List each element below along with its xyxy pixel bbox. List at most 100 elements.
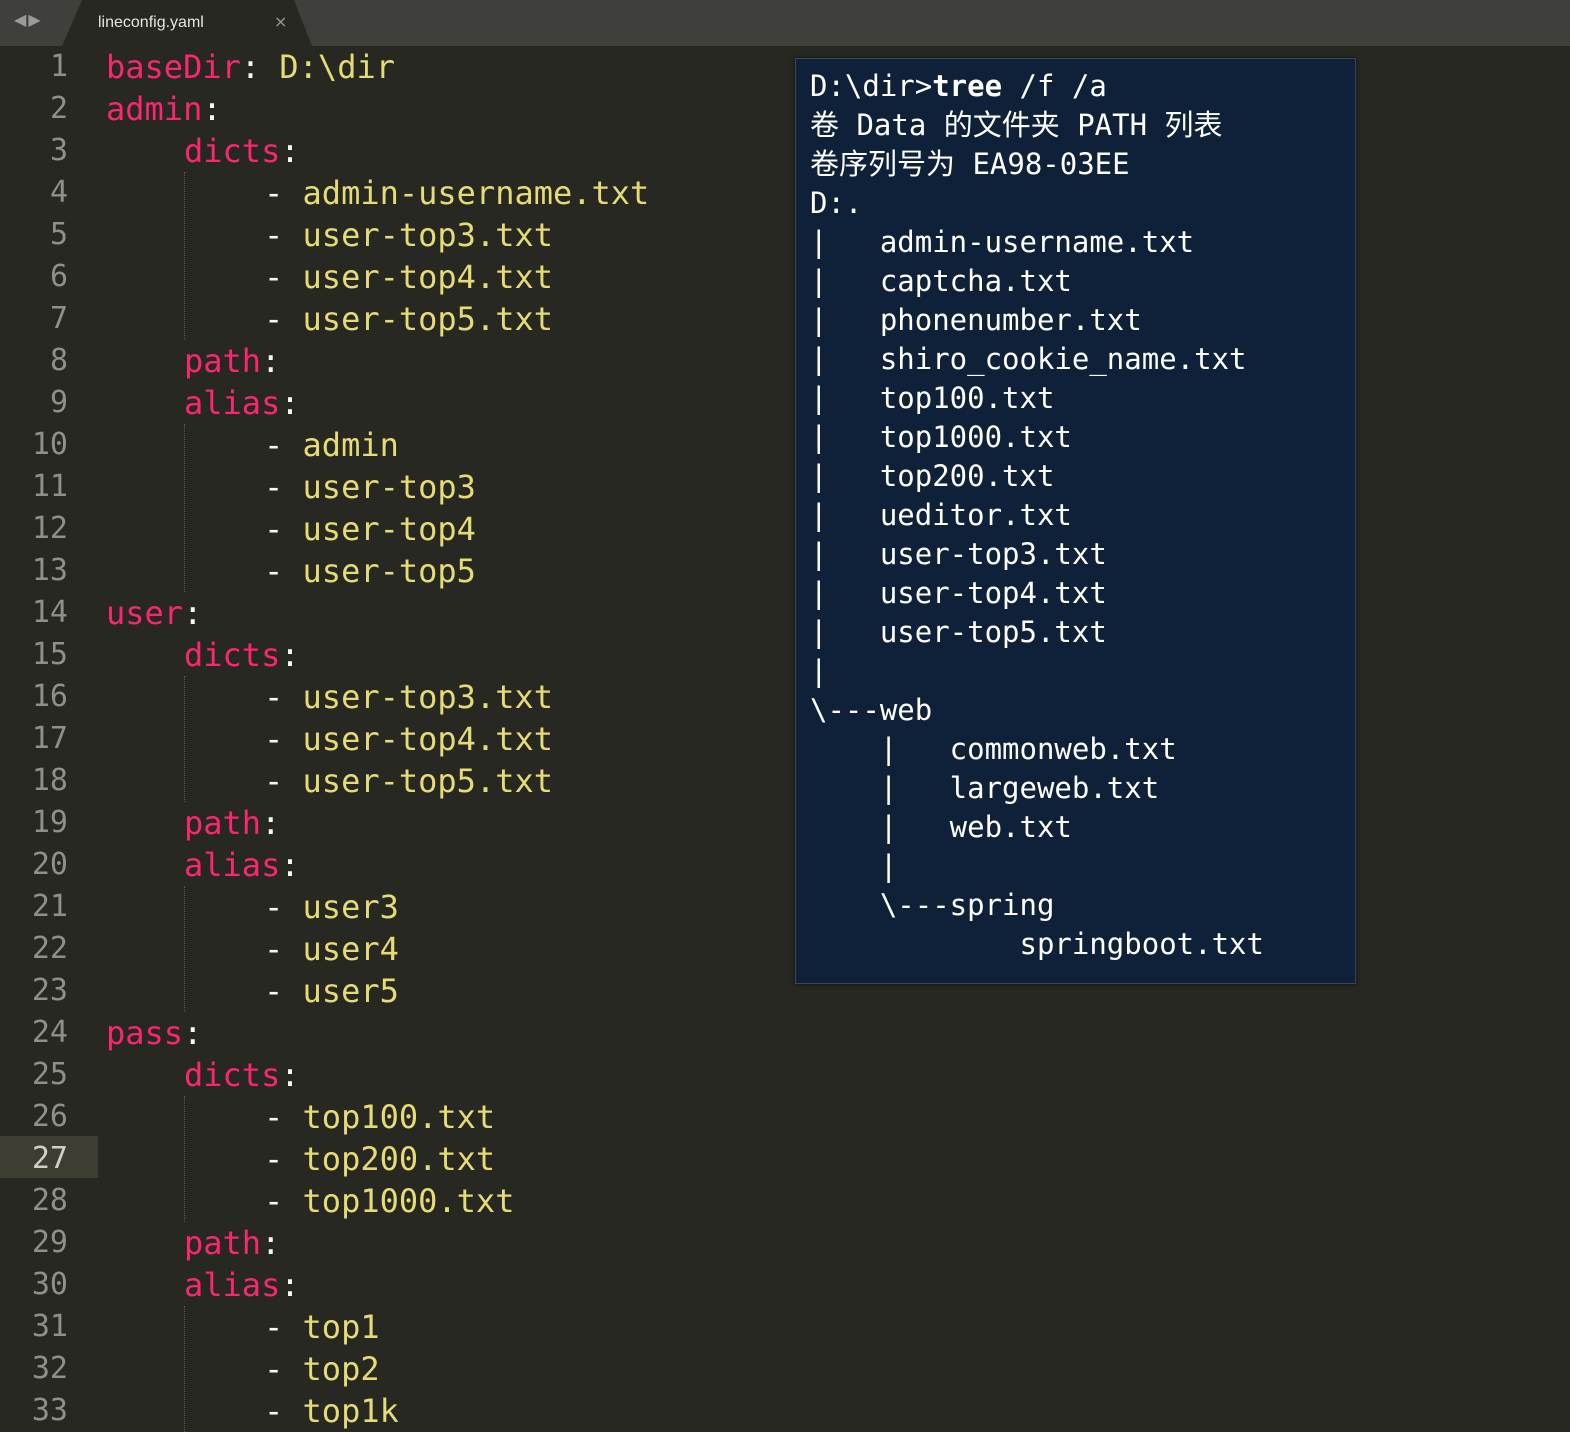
- list-dash: -: [264, 678, 303, 716]
- code-line: - user-top4.txt: [264, 718, 553, 760]
- yaml-key: alias: [184, 846, 281, 884]
- terminal-line: |: [810, 654, 828, 688]
- line-number: 29: [31, 1225, 68, 1260]
- terminal-line: | shiro_cookie_name.txt: [810, 342, 1247, 376]
- terminal-line: 卷 Data 的文件夹 PATH 列表: [810, 108, 1223, 142]
- list-dash: -: [264, 468, 303, 506]
- line-number: 14: [31, 595, 68, 630]
- line-number: 24: [31, 1015, 68, 1050]
- yaml-value: user-top3.txt: [302, 216, 553, 254]
- terminal-line: | admin-username.txt: [810, 225, 1195, 259]
- code-line: alias:: [184, 1264, 300, 1306]
- yaml-key: alias: [184, 384, 281, 422]
- terminal-output-panel: D:\dir>tree /f /a 卷 Data 的文件夹 PATH 列表 卷序列…: [795, 58, 1356, 984]
- list-dash: -: [264, 1392, 303, 1430]
- code-line: - top100.txt: [264, 1096, 495, 1138]
- yaml-value: user3: [302, 888, 399, 926]
- yaml-key: dicts: [184, 1056, 281, 1094]
- terminal-line: | user-top5.txt: [810, 615, 1107, 649]
- line-number: 6: [49, 259, 68, 294]
- code-line: pass:: [106, 1012, 202, 1054]
- indent-guide: [184, 424, 185, 592]
- list-dash: -: [264, 1308, 303, 1346]
- yaml-colon: :: [280, 636, 300, 674]
- yaml-key: pass: [106, 1014, 184, 1052]
- line-number: 23: [31, 973, 68, 1008]
- list-dash: -: [264, 216, 303, 254]
- code-line: - user-top3.txt: [264, 676, 553, 718]
- code-line: - top200.txt: [264, 1138, 495, 1180]
- tab-lineconfig[interactable]: lineconfig.yaml ×: [62, 0, 312, 46]
- tab-bar: ◀▶ lineconfig.yaml ×: [0, 0, 1570, 46]
- code-line: - user-top4.txt: [264, 256, 553, 298]
- code-line: - user-top5: [264, 550, 476, 592]
- line-number-gutter: 1 2 3 4 5 6 7 8 9 10 11 12 13 14 15 16 17 18 19 20 21 22 23 24 2…: [0, 46, 98, 1432]
- yaml-value: admin: [302, 426, 399, 464]
- code-line: - user-top4: [264, 508, 476, 550]
- line-number: 3: [49, 133, 68, 168]
- line-number: 7: [49, 301, 68, 336]
- code-line: - user-top3.txt: [264, 214, 553, 256]
- terminal-args: /f /a: [1002, 69, 1107, 103]
- yaml-key: alias: [184, 1266, 281, 1304]
- yaml-colon: :: [280, 1056, 300, 1094]
- code-line: path:: [184, 802, 280, 844]
- yaml-colon: :: [280, 384, 300, 422]
- line-number: 10: [31, 427, 68, 462]
- terminal-line: | largeweb.txt: [810, 771, 1160, 805]
- code-line: alias:: [184, 844, 300, 886]
- line-number: 2: [49, 91, 68, 126]
- terminal-line: springboot.txt: [810, 927, 1264, 961]
- list-dash: -: [264, 762, 303, 800]
- tab-title: lineconfig.yaml: [98, 14, 204, 31]
- line-number: 25: [31, 1057, 68, 1092]
- line-number: 11: [31, 469, 68, 504]
- yaml-value: user-top5.txt: [302, 300, 553, 338]
- yaml-value: top200.txt: [302, 1140, 496, 1178]
- terminal-line: | top100.txt: [810, 381, 1055, 415]
- yaml-value: top100.txt: [302, 1098, 496, 1136]
- list-dash: -: [264, 1350, 303, 1388]
- yaml-key: path: [184, 342, 262, 380]
- yaml-value: top2: [302, 1350, 380, 1388]
- yaml-colon: :: [280, 1266, 300, 1304]
- code-line: - user-top3: [264, 466, 476, 508]
- indent-guide: [184, 1096, 185, 1222]
- indent-guide: [184, 172, 185, 340]
- close-icon[interactable]: ×: [274, 12, 287, 31]
- yaml-colon: :: [183, 1014, 203, 1052]
- code-line: path:: [184, 1222, 280, 1264]
- yaml-key: dicts: [184, 132, 281, 170]
- yaml-key: path: [184, 1224, 262, 1262]
- yaml-colon: :: [261, 342, 281, 380]
- code-line: path:: [184, 340, 280, 382]
- terminal-command-line: D:\dir>tree /f /a: [810, 67, 1107, 106]
- chevron-right-icon[interactable]: ▶: [28, 10, 42, 29]
- line-number: 20: [31, 847, 68, 882]
- terminal-prompt: D:\dir>: [810, 69, 933, 103]
- chevron-left-icon[interactable]: ◀: [14, 10, 28, 29]
- list-dash: -: [264, 972, 303, 1010]
- code-line: alias:: [184, 382, 300, 424]
- line-number: 12: [31, 511, 68, 546]
- yaml-colon: :: [261, 804, 281, 842]
- line-number: 32: [31, 1351, 68, 1386]
- yaml-value: user-top3.txt: [302, 678, 553, 716]
- terminal-line: \---spring: [810, 888, 1055, 922]
- list-dash: -: [264, 1098, 303, 1136]
- code-line: dicts:: [184, 130, 300, 172]
- terminal-line: | commonweb.txt: [810, 732, 1177, 766]
- line-number: 21: [31, 889, 68, 924]
- yaml-value: user-top4: [302, 510, 476, 548]
- code-line: admin:: [106, 88, 222, 130]
- yaml-value: user-top3: [302, 468, 476, 506]
- line-number: 13: [31, 553, 68, 588]
- line-number: 28: [31, 1183, 68, 1218]
- terminal-line: D:.: [810, 186, 863, 220]
- yaml-value: user-top4.txt: [302, 720, 553, 758]
- indent-guide: [184, 1306, 185, 1432]
- line-number: 1: [49, 49, 68, 84]
- yaml-value: top1k: [302, 1392, 399, 1430]
- terminal-line: | user-top4.txt: [810, 576, 1107, 610]
- yaml-colon: :: [240, 48, 261, 86]
